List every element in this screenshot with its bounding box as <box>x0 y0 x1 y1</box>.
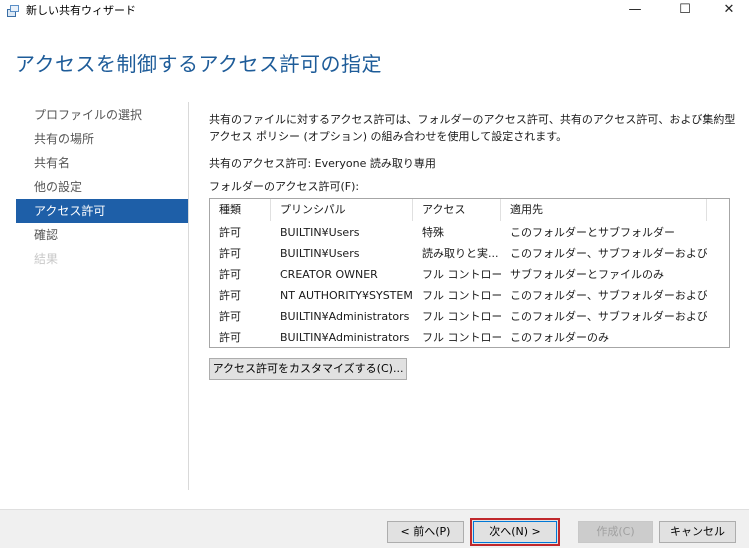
table-row[interactable]: 許可 BUILTIN¥Administrators フル コントロール このフォ… <box>210 306 729 327</box>
cell-access: 読み取りと実... <box>422 247 499 260</box>
cancel-button[interactable]: キャンセル <box>659 521 736 543</box>
cell-applies-to: このフォルダー、サブフォルダーおよびファイル <box>510 310 707 323</box>
table-row[interactable]: 許可 BUILTIN¥Users 特殊 このフォルダーとサブフォルダー <box>210 222 729 243</box>
folder-permissions-list[interactable]: 種類 プリンシパル アクセス 適用先 許可 BUILTIN¥Users 特殊 こ… <box>209 198 730 348</box>
page-title: アクセスを制御するアクセス許可の指定 <box>15 52 382 76</box>
cell-access: フル コントロール <box>422 310 501 323</box>
title-bar: 新しい共有ウィザード — ☐ ✕ <box>0 0 749 22</box>
step-share-name[interactable]: 共有名 <box>16 151 188 175</box>
step-profile[interactable]: プロファイルの選択 <box>16 103 188 127</box>
cell-access: フル コントロール <box>422 331 501 344</box>
cell-principal: CREATOR OWNER <box>280 268 378 281</box>
share-permission-text: 共有のアクセス許可: Everyone 読み取り専用 <box>209 157 436 170</box>
permissions-description: 共有のファイルに対するアクセス許可は、フォルダーのアクセス許可、共有のアクセス許… <box>209 113 736 143</box>
cell-principal: BUILTIN¥Administrators <box>280 331 410 344</box>
maximize-button[interactable]: ☐ <box>662 0 708 22</box>
close-button[interactable]: ✕ <box>706 0 749 22</box>
cell-type: 許可 <box>219 247 241 260</box>
step-other-settings[interactable]: 他の設定 <box>16 175 188 199</box>
cell-access: フル コントロール <box>422 289 501 302</box>
step-share-location[interactable]: 共有の場所 <box>16 127 188 151</box>
share-wizard-icon <box>7 5 19 17</box>
step-permissions[interactable]: アクセス許可 <box>16 199 188 223</box>
column-principal[interactable]: プリンシパル <box>271 199 413 221</box>
create-button: 作成(C) <box>578 521 653 543</box>
previous-button[interactable]: < 前へ(P) <box>387 521 464 543</box>
cell-type: 許可 <box>219 226 241 239</box>
minimize-button[interactable]: — <box>612 0 658 22</box>
cell-access: 特殊 <box>422 226 444 239</box>
step-confirmation[interactable]: 確認 <box>16 223 188 247</box>
next-button[interactable]: 次へ(N) > <box>470 518 560 546</box>
cell-principal: NT AUTHORITY¥SYSTEM <box>280 289 413 302</box>
next-button-label: 次へ(N) > <box>473 521 557 543</box>
table-row[interactable]: 許可 BUILTIN¥Administrators フル コントロール このフォ… <box>210 327 729 348</box>
wizard-steps: プロファイルの選択 共有の場所 共有名 他の設定 アクセス許可 確認 結果 <box>16 103 188 271</box>
cell-type: 許可 <box>219 289 241 302</box>
cell-principal: BUILTIN¥Users <box>280 226 360 239</box>
column-access[interactable]: アクセス <box>413 199 501 221</box>
cell-applies-to: このフォルダーのみ <box>510 331 609 344</box>
cell-access: フル コントロール <box>422 268 501 281</box>
column-applies-to[interactable]: 適用先 <box>501 199 707 221</box>
wizard-footer: < 前へ(P) 次へ(N) > 作成(C) キャンセル <box>0 509 749 548</box>
list-header: 種類 プリンシパル アクセス 適用先 <box>210 199 729 221</box>
customize-permissions-button[interactable]: アクセス許可をカスタマイズする(C)... <box>209 358 407 380</box>
cell-principal: BUILTIN¥Administrators <box>280 310 410 323</box>
step-results: 結果 <box>34 252 59 266</box>
folder-permission-label: フォルダーのアクセス許可(F): <box>209 180 360 193</box>
sidebar-divider <box>188 102 189 490</box>
cell-type: 許可 <box>219 331 241 344</box>
table-row[interactable]: 許可 BUILTIN¥Users 読み取りと実... このフォルダー、サブフォル… <box>210 243 729 264</box>
cell-applies-to: このフォルダーとサブフォルダー <box>510 226 675 239</box>
cell-type: 許可 <box>219 310 241 323</box>
cell-principal: BUILTIN¥Users <box>280 247 360 260</box>
table-row[interactable]: 許可 NT AUTHORITY¥SYSTEM フル コントロール このフォルダー… <box>210 285 729 306</box>
window-title: 新しい共有ウィザード <box>26 4 136 17</box>
table-row[interactable]: 許可 CREATOR OWNER フル コントロール サブフォルダーとファイルの… <box>210 264 729 285</box>
cell-type: 許可 <box>219 268 241 281</box>
cell-applies-to: このフォルダー、サブフォルダーおよびファイル <box>510 289 707 302</box>
cell-applies-to: サブフォルダーとファイルのみ <box>510 268 664 281</box>
column-type[interactable]: 種類 <box>210 199 271 221</box>
cell-applies-to: このフォルダー、サブフォルダーおよびファイル <box>510 247 707 260</box>
